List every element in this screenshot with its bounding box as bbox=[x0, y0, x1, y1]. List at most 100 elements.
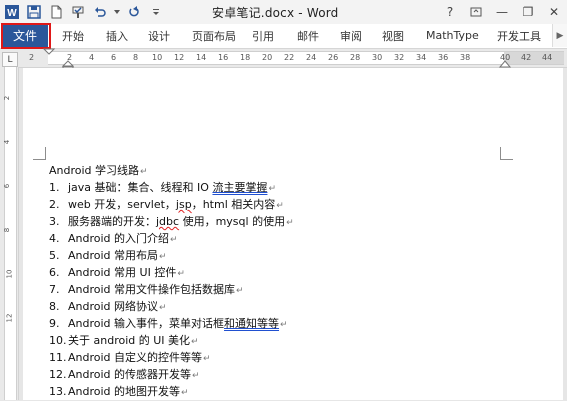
tab-home[interactable]: 开始 bbox=[62, 24, 84, 47]
ruler-number: 18 bbox=[240, 53, 251, 62]
tab-review[interactable]: 审阅 bbox=[340, 24, 362, 47]
list-item-marked-text: jdbc bbox=[156, 215, 180, 228]
customize-toolbar-icon[interactable] bbox=[146, 2, 166, 22]
ruler-number: 26 bbox=[328, 53, 339, 62]
tab-selector-icon[interactable]: L bbox=[2, 52, 18, 67]
save-icon[interactable] bbox=[24, 2, 44, 22]
ruler-number: 12 bbox=[174, 53, 185, 62]
redo-icon[interactable] bbox=[124, 2, 144, 22]
file-tab-highlight-box bbox=[1, 23, 51, 49]
vertical-ruler-number: 8 bbox=[3, 227, 12, 233]
list-number: 1. bbox=[49, 181, 60, 194]
list-number: 10. bbox=[49, 334, 67, 347]
list-item[interactable]: 7. Android 常用文件操作包括数据库↵ bbox=[49, 282, 244, 298]
list-item-marked-text: jsp bbox=[175, 198, 192, 211]
list-item[interactable]: 6. Android 常用 UI 控件↵ bbox=[49, 265, 185, 281]
ribbon-scroll-right-icon[interactable]: ▶ bbox=[552, 24, 567, 47]
list-item-text: Android 网络协议 bbox=[68, 300, 159, 313]
title-bar: W 安卓笔记.docx - Word ? — ❐ ✕ bbox=[0, 0, 567, 25]
paragraph-mark: ↵ bbox=[286, 218, 294, 228]
paragraph-mark: ↵ bbox=[192, 371, 200, 381]
paragraph-mark: ↵ bbox=[177, 269, 185, 279]
crop-mark-right bbox=[500, 147, 513, 160]
format-painter-icon[interactable] bbox=[68, 2, 88, 22]
list-item[interactable]: 3. 服务器端的开发：jdbc 使用，mysql 的使用↵ bbox=[49, 214, 294, 230]
paragraph-mark: ↵ bbox=[170, 235, 178, 245]
list-number: 11. bbox=[49, 351, 67, 364]
ruler-number: 20 bbox=[262, 53, 273, 62]
list-item[interactable]: 2. web 开发，servlet，jsp，html 相关内容↵ bbox=[49, 197, 284, 213]
quick-access-toolbar: W bbox=[0, 0, 166, 24]
ruler-number: 36 bbox=[438, 53, 449, 62]
close-button[interactable]: ✕ bbox=[541, 0, 567, 24]
ruler-number: 8 bbox=[133, 53, 139, 62]
ruler-number: 32 bbox=[394, 53, 405, 62]
ruler-number: 28 bbox=[350, 53, 361, 62]
tab-insert[interactable]: 插入 bbox=[106, 24, 128, 47]
crop-mark-left bbox=[33, 147, 46, 160]
list-item-text: Android 的传感器开发等 bbox=[68, 368, 192, 381]
help-button[interactable]: ? bbox=[437, 0, 463, 24]
list-item[interactable]: 13. Android 的地图开发等↵ bbox=[49, 384, 189, 400]
list-item[interactable]: 4. Android 的入门介绍↵ bbox=[49, 231, 178, 247]
ruler-number: 38 bbox=[460, 53, 471, 62]
ribbon-tab-bar: 文件 开始 插入 设计 页面布局 引用 邮件 审阅 视图 MathType 开发… bbox=[0, 24, 567, 49]
list-number: 8. bbox=[49, 300, 60, 313]
vertical-ruler-number: 10 bbox=[5, 269, 14, 279]
tab-developer[interactable]: 开发工具 bbox=[497, 24, 541, 47]
list-item[interactable]: 1. java 基础：集合、线程和 IO 流主要掌握↵ bbox=[49, 180, 276, 196]
ruler-number: 34 bbox=[416, 53, 427, 62]
list-item-text: Android 的入门介绍 bbox=[68, 232, 170, 245]
paragraph-mark: ↵ bbox=[203, 354, 211, 364]
vertical-ruler-number: 12 bbox=[5, 313, 14, 323]
ruler-number: 22 bbox=[284, 53, 295, 62]
tab-mathtype[interactable]: MathType bbox=[426, 24, 479, 47]
tab-page-layout[interactable]: 页面布局 bbox=[192, 24, 236, 47]
paragraph-mark: ↵ bbox=[268, 184, 276, 194]
list-item[interactable]: 11. Android 自定义的控件等等↵ bbox=[49, 350, 211, 366]
paragraph-mark: ↵ bbox=[159, 252, 167, 262]
list-item-text: Android 自定义的控件等等 bbox=[68, 351, 203, 364]
vertical-ruler-number: 6 bbox=[3, 183, 12, 189]
list-item-text: 关于 android 的 UI 美化 bbox=[68, 334, 191, 347]
undo-dropdown-icon[interactable] bbox=[112, 2, 122, 22]
list-number: 5. bbox=[49, 249, 60, 262]
ruler-number: 2 bbox=[29, 53, 35, 62]
list-number: 7. bbox=[49, 283, 60, 296]
list-item-text: Android 输入事件，菜单对话框 bbox=[68, 317, 225, 330]
heading-text: Android 学习线路 bbox=[49, 164, 140, 177]
vertical-ruler-text-area bbox=[4, 67, 17, 400]
svg-text:W: W bbox=[7, 8, 17, 19]
list-item-text: Android 的地图开发等 bbox=[68, 385, 181, 398]
tab-mailings[interactable]: 邮件 bbox=[297, 24, 319, 47]
new-document-icon[interactable] bbox=[46, 2, 66, 22]
ribbon-display-options-icon[interactable] bbox=[463, 0, 489, 24]
paragraph-mark: ↵ bbox=[236, 286, 244, 296]
tab-view[interactable]: 视图 bbox=[382, 24, 404, 47]
ruler-number: 4 bbox=[89, 53, 95, 62]
paragraph-mark: ↵ bbox=[280, 320, 288, 330]
list-item-rest: 使用，mysql 的使用 bbox=[179, 215, 286, 228]
paragraph-mark: ↵ bbox=[140, 167, 148, 177]
list-number: 12. bbox=[49, 368, 67, 381]
list-item-rest: ，html 相关内容 bbox=[191, 198, 276, 211]
undo-icon[interactable] bbox=[90, 2, 110, 22]
tab-references[interactable]: 引用 bbox=[252, 24, 274, 47]
window-title: 安卓笔记.docx - Word bbox=[212, 6, 339, 20]
list-item[interactable]: 5. Android 常用布局↵ bbox=[49, 248, 167, 264]
list-item[interactable]: 12. Android 的传感器开发等↵ bbox=[49, 367, 200, 383]
list-number: 13. bbox=[49, 385, 67, 398]
list-number: 2. bbox=[49, 198, 60, 211]
list-item-text: web 开发，servlet， bbox=[68, 198, 176, 211]
ruler-number: 6 bbox=[111, 53, 117, 62]
ruler-number: 24 bbox=[306, 53, 317, 62]
ruler-number: 10 bbox=[152, 53, 163, 62]
word-app-icon[interactable]: W bbox=[2, 2, 22, 22]
list-item[interactable]: 9. Android 输入事件，菜单对话框和通知等等↵ bbox=[49, 316, 288, 332]
tab-design[interactable]: 设计 bbox=[148, 24, 170, 47]
minimize-button[interactable]: — bbox=[489, 0, 515, 24]
restore-button[interactable]: ❐ bbox=[515, 0, 541, 24]
list-item[interactable]: 8. Android 网络协议↵ bbox=[49, 299, 167, 315]
list-item[interactable]: 10. 关于 android 的 UI 美化↵ bbox=[49, 333, 199, 349]
document-heading[interactable]: Android 学习线路↵ bbox=[49, 163, 148, 179]
